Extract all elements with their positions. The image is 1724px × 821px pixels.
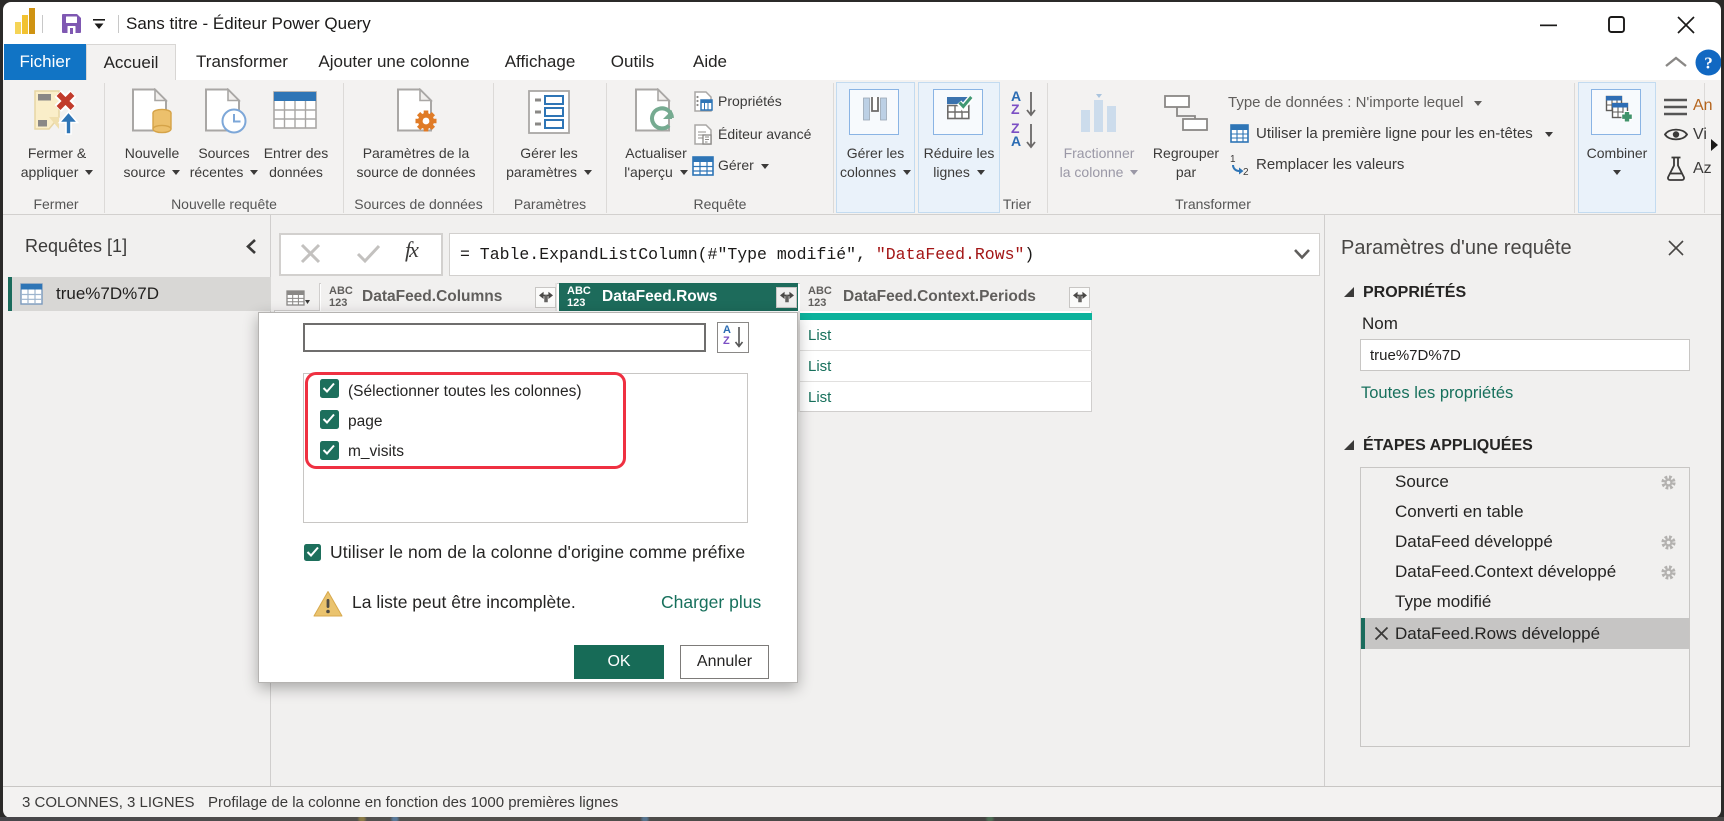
svg-text:2: 2 xyxy=(1243,167,1249,177)
svg-text:?: ? xyxy=(1704,54,1713,73)
svg-text:1: 1 xyxy=(1230,154,1236,165)
